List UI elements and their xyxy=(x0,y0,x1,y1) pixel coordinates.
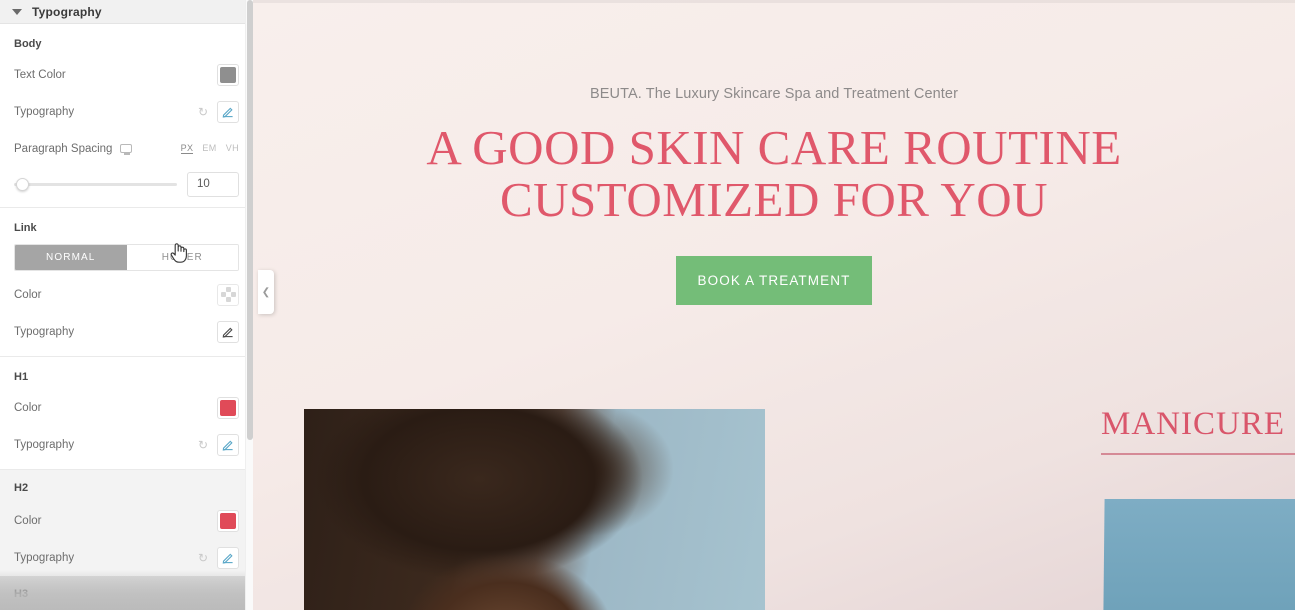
row-body-text-color[interactable]: Text Color xyxy=(0,56,253,93)
panel-title: Typography xyxy=(32,4,102,19)
row-link-color[interactable]: Color xyxy=(0,276,253,313)
pointer-hand-cursor xyxy=(170,242,188,264)
section-header-link: Link xyxy=(14,222,37,234)
monitor-icon[interactable] xyxy=(120,144,133,155)
transparent-swatch-icon[interactable] xyxy=(217,283,239,306)
panel-collapse-handle[interactable]: ❮ xyxy=(258,270,274,314)
paragraph-spacing-input[interactable]: 10 xyxy=(187,171,239,197)
label-h2-typography: Typography xyxy=(14,551,75,564)
unit-em[interactable]: EM xyxy=(202,143,216,154)
elementor-editor-window: Typography Body Text Color Typography ↻ xyxy=(0,0,1295,610)
blue-image-block xyxy=(1103,499,1295,610)
label-link-typography: Typography xyxy=(14,325,75,338)
label-h1-color: Color xyxy=(14,401,42,414)
label-h1-typography: Typography xyxy=(14,438,75,451)
manicure-underline xyxy=(1101,453,1295,455)
label-link-color: Color xyxy=(14,288,42,301)
manicure-label: MANICURE xyxy=(1101,406,1286,442)
h2-typography-controls: ↻ xyxy=(198,546,239,569)
unit-vh[interactable]: VH xyxy=(226,143,239,154)
hero-headline-line-1: A GOOD SKIN CARE ROUTINE xyxy=(426,120,1122,175)
website-preview-canvas[interactable]: BEUTA. The Luxury Skincare Spa and Treat… xyxy=(253,0,1295,610)
section-header-h2: H2 xyxy=(0,470,253,502)
section-header-h1: H1 xyxy=(14,371,29,383)
row-body-typography[interactable]: Typography ↻ xyxy=(0,93,253,130)
typography-settings-panel: Typography Body Text Color Typography ↻ xyxy=(0,0,253,610)
chevron-down-icon[interactable] xyxy=(12,8,22,15)
color-swatch xyxy=(220,512,236,529)
paragraph-spacing-slider-row: 10 xyxy=(0,167,253,201)
manicure-row: MANICURE → xyxy=(1101,406,1295,443)
pencil-icon[interactable] xyxy=(217,100,239,123)
chevron-left-icon: ❮ xyxy=(261,286,271,298)
panel-scrollbar[interactable] xyxy=(245,0,253,610)
row-h2-typography[interactable]: Typography ↻ xyxy=(0,539,253,576)
row-paragraph-spacing: Paragraph Spacing PX EM VH xyxy=(0,130,253,167)
paragraph-spacing-text: Paragraph Spacing xyxy=(14,142,113,155)
reset-icon[interactable]: ↻ xyxy=(198,438,208,452)
row-h1-color[interactable]: Color xyxy=(0,389,253,426)
label-paragraph-spacing: Paragraph Spacing xyxy=(14,142,133,155)
row-link-typography[interactable]: Typography xyxy=(0,313,253,350)
h1-color-swatch-button[interactable] xyxy=(217,396,239,419)
manicure-service-link[interactable]: MANICURE → xyxy=(1101,406,1295,455)
unit-px[interactable]: PX xyxy=(180,143,194,154)
panel-body: Body Text Color Typography ↻ Paragraph S… xyxy=(0,24,253,610)
unit-selector[interactable]: PX EM VH xyxy=(180,143,239,154)
text-color-swatch-button[interactable] xyxy=(217,63,239,86)
pencil-icon[interactable] xyxy=(217,320,239,343)
link-state-tabs: NORMAL HOVER xyxy=(14,244,239,271)
slider-handle[interactable] xyxy=(15,177,29,191)
hero-headline-line-2: CUSTOMIZED FOR YOU xyxy=(499,172,1049,228)
hero-portrait-image xyxy=(304,409,765,610)
body-typography-controls: ↻ xyxy=(198,100,239,123)
color-swatch xyxy=(220,399,236,416)
preview-top-shadow xyxy=(253,0,1295,3)
reset-icon[interactable]: ↻ xyxy=(198,551,208,565)
pencil-icon[interactable] xyxy=(217,433,239,456)
label-h2-color: Color xyxy=(14,514,42,527)
hero-eyebrow-text: BEUTA. The Luxury Skincare Spa and Treat… xyxy=(589,86,959,102)
label-text-color: Text Color xyxy=(14,68,66,81)
paragraph-spacing-slider[interactable] xyxy=(14,177,177,191)
color-swatch xyxy=(220,66,236,83)
h1-typography-controls: ↻ xyxy=(198,433,239,456)
tab-normal[interactable]: NORMAL xyxy=(15,245,127,270)
book-a-treatment-button[interactable]: BOOK A TREATMENT xyxy=(676,256,872,305)
section-header-h3-wrap: H3 xyxy=(0,576,253,610)
hero-headline: A GOOD SKIN CARE ROUTINE CUSTOMIZED FOR … xyxy=(253,120,1295,228)
h2-color-swatch-button[interactable] xyxy=(217,509,239,532)
row-h1-typography[interactable]: Typography ↻ xyxy=(0,426,253,463)
section-header-body: Body xyxy=(14,38,42,50)
row-h2-color[interactable]: Color xyxy=(0,502,253,539)
label-body-typography: Typography xyxy=(14,105,75,118)
reset-icon[interactable]: ↻ xyxy=(198,105,208,119)
section-header-h3: H3 xyxy=(14,588,29,600)
panel-header[interactable]: Typography xyxy=(0,0,253,24)
pencil-icon[interactable] xyxy=(217,546,239,569)
